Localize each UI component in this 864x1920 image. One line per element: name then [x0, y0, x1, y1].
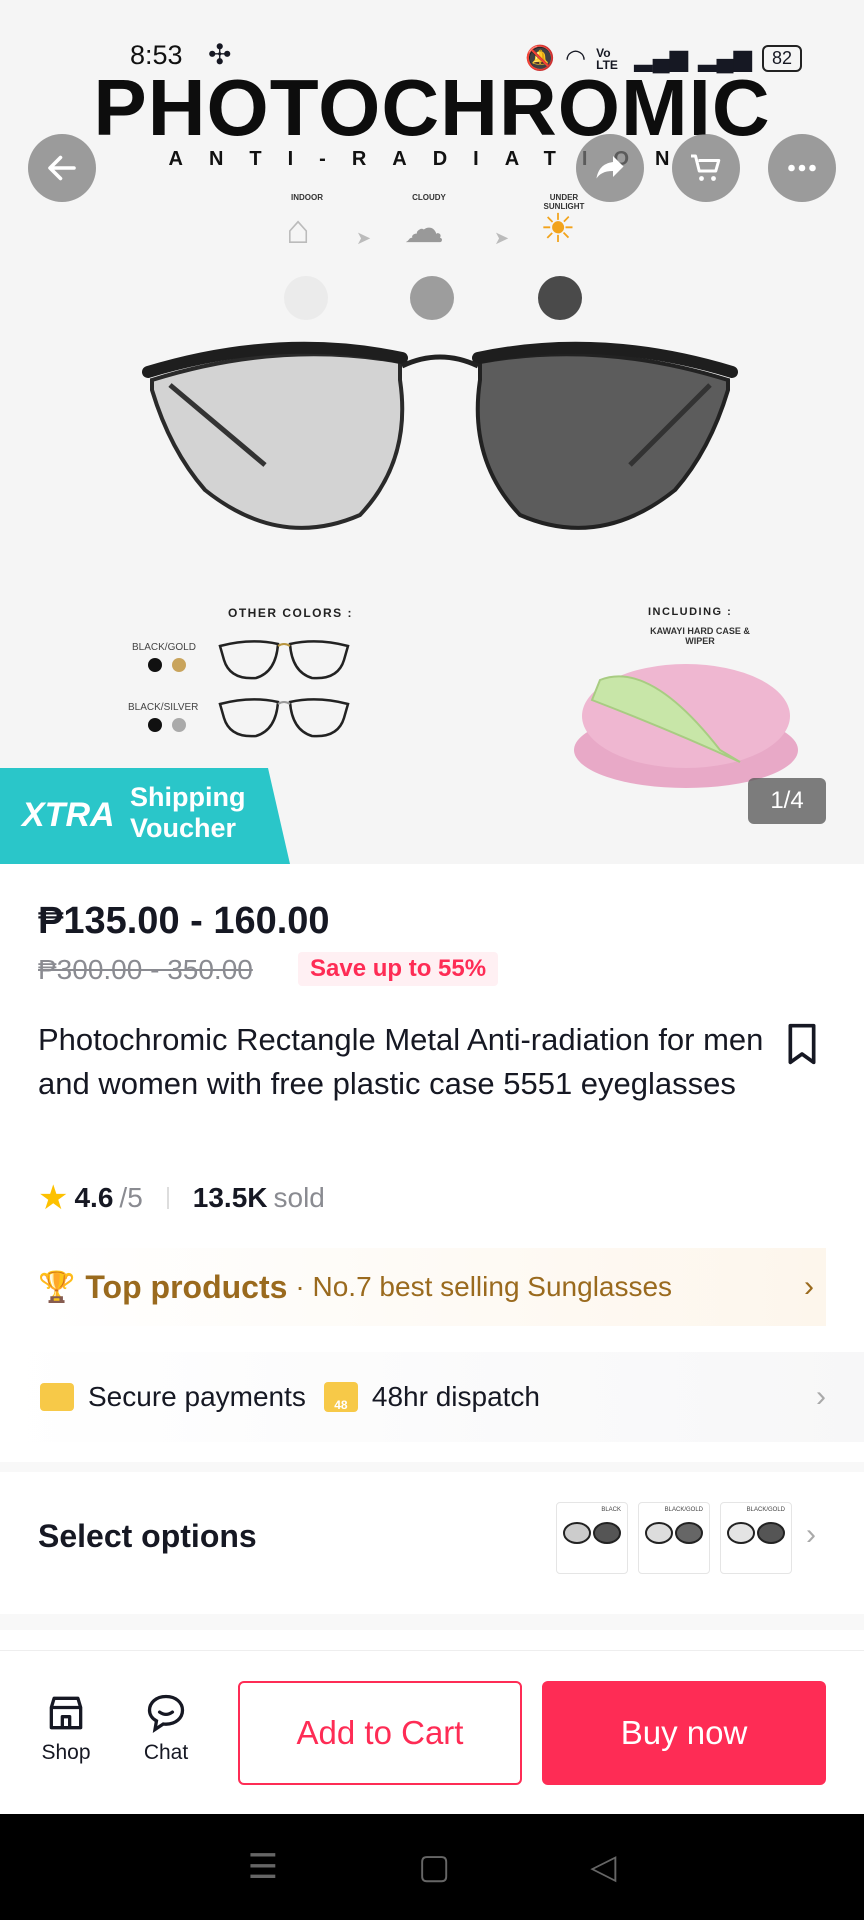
shop-label: Shop [41, 1741, 91, 1764]
bottom-action-bar: Shop Chat Add to Cart Buy now [0, 1650, 864, 1815]
product-image-carousel[interactable]: 8:53 ✣ 🔕 ◠ Vo LTE ▂▄▆ ▂▄▆ 82 PHOTOCHROMI… [0, 0, 864, 864]
glasses-thumb [645, 1522, 703, 1544]
card-icon [40, 1383, 74, 1411]
color-dot-silver [172, 718, 186, 732]
option-thumb-label: BLACK [601, 1507, 621, 1513]
top-products-banner[interactable]: 🏆 Top products · No.7 best selling Sungl… [38, 1248, 826, 1326]
store-icon [49, 1696, 83, 1730]
cloud-icon: ☁ [404, 207, 444, 251]
chevron-right-icon: › [804, 1270, 814, 1303]
secure-payments-label: Secure payments [88, 1381, 306, 1412]
color-dot-black [148, 658, 162, 672]
chat-label: Chat [143, 1741, 189, 1764]
lens-swatch-dark [538, 276, 582, 320]
discount-badge: Save up to 55% [298, 952, 499, 986]
option-thumb[interactable]: BLACK [556, 1502, 628, 1574]
section-divider [0, 1614, 864, 1630]
more-button[interactable] [768, 134, 836, 202]
bookmark-icon[interactable] [782, 1022, 822, 1066]
including-subtitle: KAWAYI HARD CASE & WIPER [650, 626, 750, 646]
lens-swatch-clear [284, 276, 328, 320]
chevron-right-icon[interactable]: › [806, 1518, 816, 1552]
glasses-silver-thumb [218, 698, 350, 738]
share-icon [596, 156, 624, 179]
product-title: Photochromic Rectangle Metal Anti-radiat… [38, 1022, 764, 1101]
color-dot-black [148, 718, 162, 732]
share-button[interactable] [576, 134, 644, 202]
back-button[interactable] [28, 134, 96, 202]
original-price: ₱300.00 - 350.00 [38, 954, 253, 985]
option-thumb[interactable]: BLACK/GOLD [638, 1502, 710, 1574]
more-icon [788, 164, 816, 172]
section-divider [0, 1462, 864, 1472]
add-to-cart-button[interactable]: Add to Cart [238, 1681, 522, 1785]
services-row[interactable]: Secure payments 48 48hr dispatch › [0, 1352, 864, 1442]
star-icon: ★ [38, 1179, 69, 1217]
arrow-left-icon [48, 155, 76, 181]
divider [166, 1187, 169, 1209]
condition-label: INDOOR [291, 193, 323, 202]
hero-title: PHOTOCHROMIC [93, 63, 771, 152]
color-dot-gold [172, 658, 186, 672]
voucher-line2: Voucher [130, 813, 237, 843]
glasses-gold-thumb [218, 640, 350, 680]
glasses-thumb [727, 1522, 785, 1544]
select-options-label[interactable]: Select options [38, 1518, 257, 1555]
glasses-image [142, 341, 738, 530]
chat-button[interactable]: Chat [126, 1691, 206, 1765]
trophy-icon: 🏆 [38, 1270, 76, 1304]
option-thumb[interactable]: BLACK/GOLD [720, 1502, 792, 1574]
color-option-label: BLACK/GOLD [132, 642, 196, 653]
hard-case-image [574, 664, 798, 788]
voucher-line1: Shipping [130, 782, 246, 812]
calendar-icon: 48 [323, 1382, 358, 1412]
top-products-label: Top products [85, 1268, 288, 1305]
chat-icon [147, 1694, 185, 1733]
arrow-right-icon: ➤ [494, 228, 510, 248]
color-option-label: BLACK/SILVER [128, 702, 199, 713]
back-nav-icon[interactable]: ◁ [590, 1847, 616, 1887]
rating-max: /5 [119, 1182, 143, 1213]
lens-swatch-grey [410, 276, 454, 320]
condition-label: CLOUDY [412, 193, 446, 202]
top-products-detail: · No.7 best selling Sunglasses [295, 1271, 673, 1302]
menu-icon[interactable]: ☰ [248, 1847, 278, 1887]
sold-label: sold [273, 1182, 325, 1213]
chevron-right-icon: › [816, 1380, 826, 1413]
shipping-voucher-banner[interactable]: XTRA Shipping Voucher [0, 768, 290, 864]
arrow-right-icon: ➤ [356, 228, 372, 248]
home-icon[interactable]: ▢ [418, 1847, 450, 1887]
image-counter: 1/4 [748, 778, 826, 824]
cart-button[interactable] [672, 134, 740, 202]
voucher-brand: XTRA [22, 796, 115, 834]
price-range: ₱135.00 - 160.00 [38, 900, 330, 942]
option-thumb-label: BLACK/GOLD [664, 1507, 703, 1513]
buy-now-button[interactable]: Buy now [542, 1681, 826, 1785]
other-colors-title: OTHER COLORS : [228, 606, 353, 620]
including-title: INCLUDING : [648, 606, 733, 618]
voucher-text: Shipping Voucher [130, 782, 245, 844]
rating-row[interactable]: ★ 4.6/5 13.5K sold [38, 1178, 325, 1218]
glasses-thumb [563, 1522, 621, 1544]
house-icon: ⌂ [286, 208, 311, 252]
dispatch-label: 48hr dispatch [371, 1381, 540, 1412]
sold-count: 13.5K [192, 1182, 268, 1213]
cart-icon [691, 154, 721, 181]
sun-icon: ☀ [540, 207, 576, 251]
option-thumb-label: BLACK/GOLD [746, 1507, 785, 1513]
rating-value: 4.6 [74, 1182, 114, 1213]
system-nav-bar: ☰ ▢ ◁ [0, 1814, 864, 1920]
shop-button[interactable]: Shop [26, 1691, 106, 1765]
